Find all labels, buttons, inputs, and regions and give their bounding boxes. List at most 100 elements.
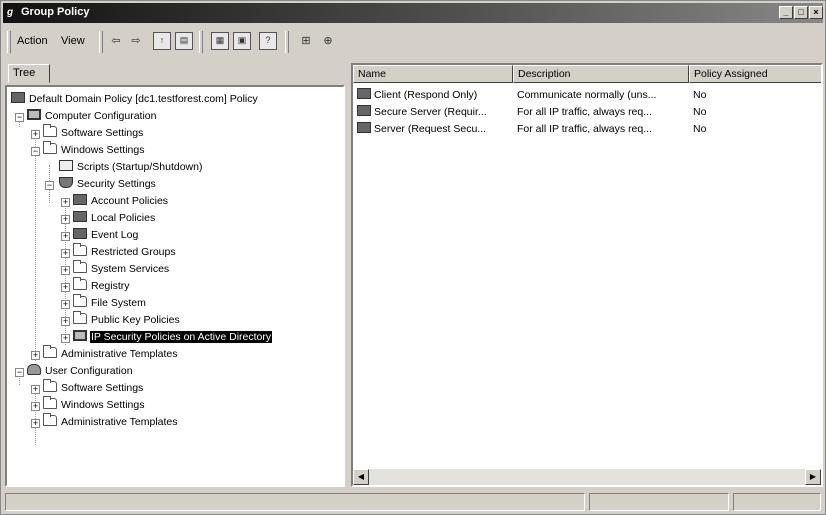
tree-item-label: User Configuration [45, 365, 133, 377]
tree-item-scripts[interactable]: Scripts (Startup/Shutdown) [59, 159, 203, 176]
tree-connector [35, 131, 36, 361]
tree-item-label: Computer Configuration [45, 110, 157, 122]
expand-icon[interactable]: + [61, 300, 70, 309]
tree-item-label: Security Settings [77, 178, 156, 190]
minimize-button[interactable]: _ [779, 6, 793, 19]
help-icon[interactable]: ? [259, 32, 277, 50]
column-header-name[interactable]: Name [353, 65, 513, 83]
list-row[interactable]: Client (Respond Only) Communicate normal… [353, 87, 821, 104]
ip-security-policy-icon [357, 105, 371, 116]
details-list[interactable]: Name Description Policy Assigned Client … [351, 63, 823, 487]
collapse-icon[interactable]: − [31, 147, 40, 156]
expand-icon[interactable]: + [31, 402, 40, 411]
expand-icon[interactable]: + [61, 283, 70, 292]
add-policy-icon[interactable]: ⊕ [319, 32, 337, 50]
security-settings-icon [59, 177, 73, 188]
assign-policy-icon[interactable]: ⊞ [297, 32, 315, 50]
expand-icon[interactable]: + [31, 419, 40, 428]
expand-icon[interactable]: + [61, 232, 70, 241]
folder-icon [43, 124, 57, 137]
tree-item-label: Registry [91, 280, 130, 292]
tree-item-administrative-templates[interactable]: Administrative Templates [43, 345, 179, 363]
group-policy-window: g Group Policy _ □ × Action View ⇦ ⇨ ↑ ▤… [0, 0, 826, 515]
console-tree[interactable]: Default Domain Policy [dc1.testforest.co… [5, 85, 345, 487]
expand-icon[interactable]: + [61, 334, 70, 343]
tree-item-user-software-settings[interactable]: Software Settings [43, 379, 144, 397]
tree-item-label: Software Settings [61, 382, 144, 394]
expand-icon[interactable]: + [61, 198, 70, 207]
tree-item-system-services[interactable]: System Services [73, 260, 170, 278]
tree-item-label: Software Settings [61, 127, 144, 139]
horizontal-scrollbar[interactable]: ◀ ▶ [353, 469, 821, 485]
tree-item-local-policies[interactable]: Local Policies [73, 210, 156, 227]
expand-icon[interactable]: + [61, 317, 70, 326]
list-row[interactable]: Server (Request Secu... For all IP traff… [353, 121, 821, 138]
policy-description: For all IP traffic, always req... [517, 106, 652, 118]
tab-tree[interactable]: Tree [8, 64, 50, 83]
computer-icon [27, 109, 41, 120]
menu-view[interactable]: View [61, 35, 85, 47]
tree-item-security-settings[interactable]: Security Settings [59, 176, 157, 193]
policy-description: For all IP traffic, always req... [517, 123, 652, 135]
folder-icon [73, 277, 87, 290]
expand-icon[interactable]: + [31, 351, 40, 360]
tree-item-account-policies[interactable]: Account Policies [73, 193, 169, 210]
script-icon [59, 160, 73, 171]
back-icon[interactable]: ⇦ [107, 32, 125, 50]
tree-item-label: System Services [91, 263, 170, 275]
folder-icon [43, 396, 57, 409]
tree-item-file-system[interactable]: File System [73, 294, 147, 312]
status-panel-tertiary [733, 493, 821, 511]
column-header-policy-assigned[interactable]: Policy Assigned [689, 65, 821, 83]
menu-toolbar: Action View ⇦ ⇨ ↑ ▤ ▦ ▣ ? ⊞ ⊕ [3, 26, 823, 58]
list-row[interactable]: Secure Server (Requir... For all IP traf… [353, 104, 821, 121]
export-list-icon[interactable]: ▣ [233, 32, 251, 50]
policy-folder-icon [73, 194, 87, 205]
policy-assigned: No [693, 106, 707, 118]
folder-icon [73, 260, 87, 273]
scroll-right-icon[interactable]: ▶ [805, 469, 821, 485]
tree-item-ip-security-policies[interactable]: IP Security Policies on Active Directory [73, 329, 273, 346]
collapse-icon[interactable]: − [15, 368, 24, 377]
expand-icon[interactable]: + [31, 385, 40, 394]
tree-item-computer-configuration[interactable]: Computer Configuration [27, 108, 157, 125]
toolbar-grip [7, 31, 11, 53]
tree-item-user-configuration[interactable]: User Configuration [27, 363, 134, 380]
tree-item-event-log[interactable]: Event Log [73, 227, 139, 244]
menu-action[interactable]: Action [17, 35, 48, 47]
forward-icon[interactable]: ⇨ [127, 32, 145, 50]
status-panel-main [5, 493, 585, 511]
tree-item-label: File System [91, 297, 146, 309]
show-hide-tree-icon[interactable]: ▤ [175, 32, 193, 50]
close-button[interactable]: × [809, 6, 823, 19]
tree-item-label: IP Security Policies on Active Directory [90, 331, 273, 343]
properties-icon[interactable]: ▦ [211, 32, 229, 50]
expand-icon[interactable]: + [61, 266, 70, 275]
expand-icon[interactable]: + [31, 130, 40, 139]
tree-item-user-windows-settings[interactable]: Windows Settings [43, 396, 145, 414]
tree-item-label: Scripts (Startup/Shutdown) [77, 161, 203, 173]
tree-item-label: Windows Settings [61, 144, 145, 156]
collapse-icon[interactable]: − [45, 181, 54, 190]
tree-item-root[interactable]: Default Domain Policy [dc1.testforest.co… [11, 91, 259, 108]
title-bar[interactable]: g Group Policy _ □ × [3, 3, 823, 23]
expand-icon[interactable]: + [61, 249, 70, 258]
expand-icon[interactable]: + [61, 215, 70, 224]
scroll-left-icon[interactable]: ◀ [353, 469, 369, 485]
folder-icon [73, 311, 87, 324]
policy-assigned: No [693, 89, 707, 101]
column-header-description[interactable]: Description [513, 65, 689, 83]
tree-item-windows-settings[interactable]: Windows Settings [43, 141, 145, 159]
ip-security-policy-icon [357, 88, 371, 99]
tree-item-software-settings[interactable]: Software Settings [43, 124, 144, 142]
collapse-icon[interactable]: − [15, 113, 24, 122]
group-policy-object-icon [11, 92, 25, 103]
folder-icon [73, 243, 87, 256]
tree-item-restricted-groups[interactable]: Restricted Groups [73, 243, 177, 261]
tree-item-registry[interactable]: Registry [73, 277, 131, 295]
tree-item-public-key-policies[interactable]: Public Key Policies [73, 311, 181, 329]
maximize-button[interactable]: □ [794, 6, 808, 19]
up-one-level-icon[interactable]: ↑ [153, 32, 171, 50]
tree-item-user-administrative-templates[interactable]: Administrative Templates [43, 413, 179, 431]
ip-security-icon [73, 330, 87, 341]
